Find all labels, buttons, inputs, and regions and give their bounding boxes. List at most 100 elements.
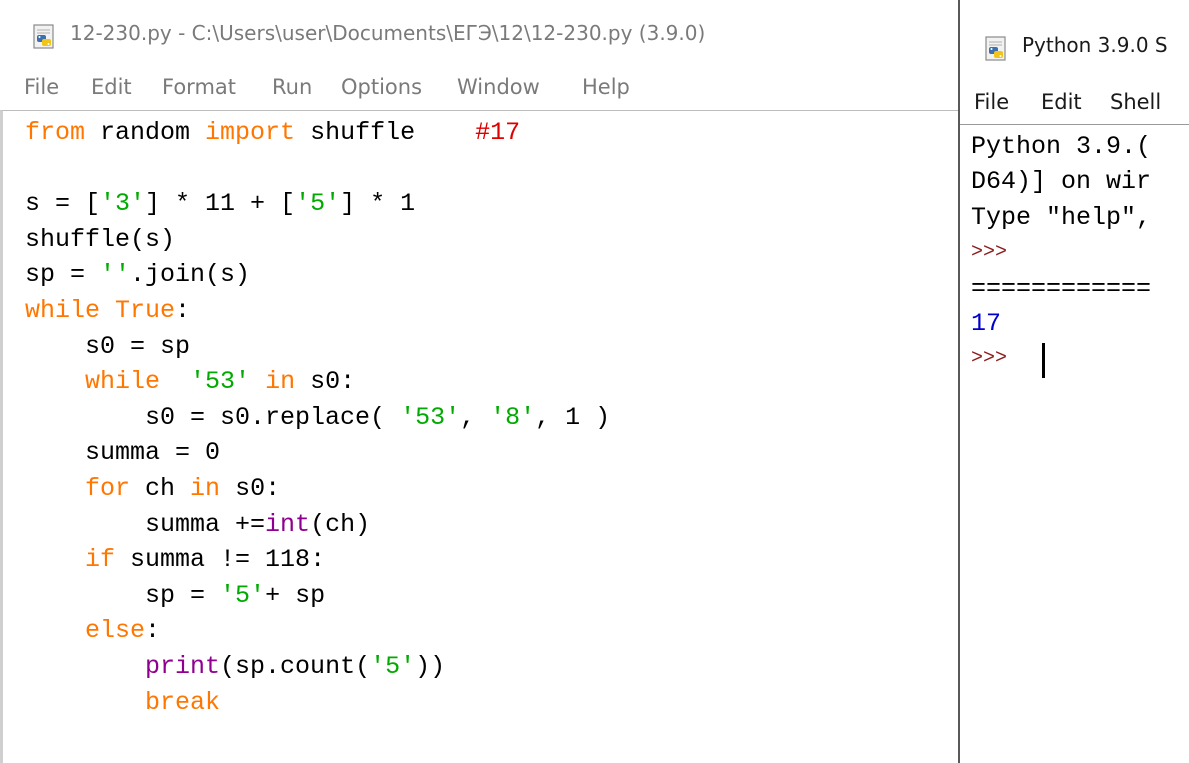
menu-file[interactable]: File [24, 75, 59, 99]
code-line[interactable]: sp = ''.join(s) [25, 258, 250, 292]
shell-menubar: File Edit Shell [960, 82, 1189, 124]
code-token: shuffle(s) [25, 224, 176, 254]
code-token: from [25, 118, 86, 147]
code-line[interactable]: s0 = s0.replace( '53', '8', 1 ) [25, 401, 610, 435]
code-token: s0 = sp [25, 331, 191, 361]
menu-window[interactable]: Window [457, 75, 540, 99]
editor-window: 12-230.py - C:\Users\user\Documents\ЕГЭ\… [0, 0, 958, 763]
editor-titlebar[interactable]: 12-230.py - C:\Users\user\Documents\ЕГЭ\… [0, 0, 958, 70]
code-token: in [190, 474, 221, 503]
code-token: ] * 1 [340, 189, 416, 219]
shell-line: Type "help", [971, 202, 1152, 232]
shell-menu-shell[interactable]: Shell [1110, 90, 1161, 114]
code-token: int [265, 509, 311, 539]
menu-help[interactable]: Help [582, 75, 630, 99]
code-token: '8' [490, 402, 536, 432]
shell-menu-file[interactable]: File [974, 90, 1009, 114]
code-line[interactable]: break [25, 686, 220, 720]
shell-line: D64)] on wir [971, 167, 1152, 197]
code-token: , 1 ) [535, 402, 611, 432]
code-token: + sp [265, 580, 326, 610]
code-line[interactable]: s0 = sp [25, 330, 190, 364]
code-token: print [145, 652, 221, 681]
code-token: #17 [475, 118, 521, 147]
code-line[interactable]: shuffle(s) [25, 223, 175, 257]
shell-output-line: 17 [971, 309, 1002, 338]
code-token: ch [130, 474, 191, 503]
code-editor-area[interactable]: from random import shuffle #17 s = ['3'] … [0, 110, 958, 763]
code-line[interactable]: for ch in s0: [25, 472, 280, 506]
code-token: )) [415, 652, 446, 681]
code-line[interactable]: if summa != 118: [25, 543, 325, 577]
shell-line: Python 3.9.( [971, 132, 1152, 161]
shell-prompt: >>> [971, 241, 1008, 265]
code-token: break [145, 687, 221, 717]
code-line[interactable]: from random import shuffle #17 [25, 116, 520, 150]
code-token: '5' [295, 189, 341, 219]
code-token: random [85, 118, 206, 147]
code-token: shuffle [295, 118, 476, 147]
code-token: (ch) [310, 509, 371, 539]
code-token: s0: [295, 367, 356, 397]
code-token: (sp.count( [220, 652, 371, 681]
shell-titlebar[interactable]: Python 3.9.0 S [960, 0, 1189, 82]
code-token: summa = 0 [25, 438, 221, 468]
code-token: else [85, 616, 146, 646]
code-token: while [25, 296, 101, 325]
menu-options[interactable]: Options [341, 75, 422, 99]
code-token: '5' [220, 580, 266, 610]
code-token: True [115, 296, 176, 325]
menu-format[interactable]: Format [162, 75, 236, 99]
code-line[interactable]: sp = '5'+ sp [25, 579, 325, 613]
code-token: import [205, 118, 296, 147]
code-token: , [460, 402, 491, 432]
code-token: : [175, 296, 191, 325]
shell-window-title: Python 3.9.0 S [1022, 33, 1168, 57]
shell-menu-edit[interactable]: Edit [1041, 90, 1082, 114]
code-token: for [85, 474, 131, 503]
python-file-icon [31, 24, 59, 55]
code-token: '53' [400, 402, 461, 432]
shell-output-area[interactable]: Python 3.9.( D64)] on wir Type "help", >>> =… [960, 124, 1189, 763]
code-line[interactable]: summa +=int(ch) [25, 508, 370, 542]
python-shell-icon [983, 36, 1011, 67]
code-token: summa += [25, 509, 266, 539]
code-line[interactable]: else: [25, 614, 160, 648]
code-token: '5' [370, 652, 416, 681]
code-token: ] * 11 + [ [145, 189, 296, 219]
code-token: sp = [25, 580, 221, 610]
code-token: sp = [25, 260, 101, 290]
shell-prompt: >>> [971, 347, 1020, 371]
code-token: : [145, 616, 161, 646]
code-token: if [85, 545, 116, 575]
code-line[interactable]: s = ['3'] * 11 + ['5'] * 1 [25, 187, 415, 221]
menu-edit[interactable]: Edit [91, 75, 132, 99]
code-token: in [265, 367, 296, 397]
code-line[interactable]: while '53' in s0: [25, 365, 355, 399]
shell-window: Python 3.9.0 S File Edit Shell Python 3.… [958, 0, 1189, 763]
text-cursor [1042, 343, 1045, 378]
editor-window-title: 12-230.py - C:\Users\user\Documents\ЕГЭ\… [70, 21, 706, 45]
code-line[interactable]: while True: [25, 294, 190, 328]
menu-run[interactable]: Run [272, 75, 312, 99]
code-token: s = [ [25, 189, 101, 219]
code-token: .join(s) [130, 260, 251, 290]
code-line[interactable]: summa = 0 [25, 436, 220, 470]
shell-line: ============ [971, 273, 1152, 303]
code-line[interactable]: print(sp.count('5')) [25, 650, 445, 684]
editor-menubar: File Edit Format Run Options Window Help [0, 70, 958, 110]
code-token: '' [100, 260, 131, 290]
code-token: '3' [100, 189, 146, 219]
code-token: s0 = s0.replace( [25, 402, 401, 432]
code-token: summa != 118: [115, 545, 326, 575]
code-token: '53' [190, 367, 251, 397]
